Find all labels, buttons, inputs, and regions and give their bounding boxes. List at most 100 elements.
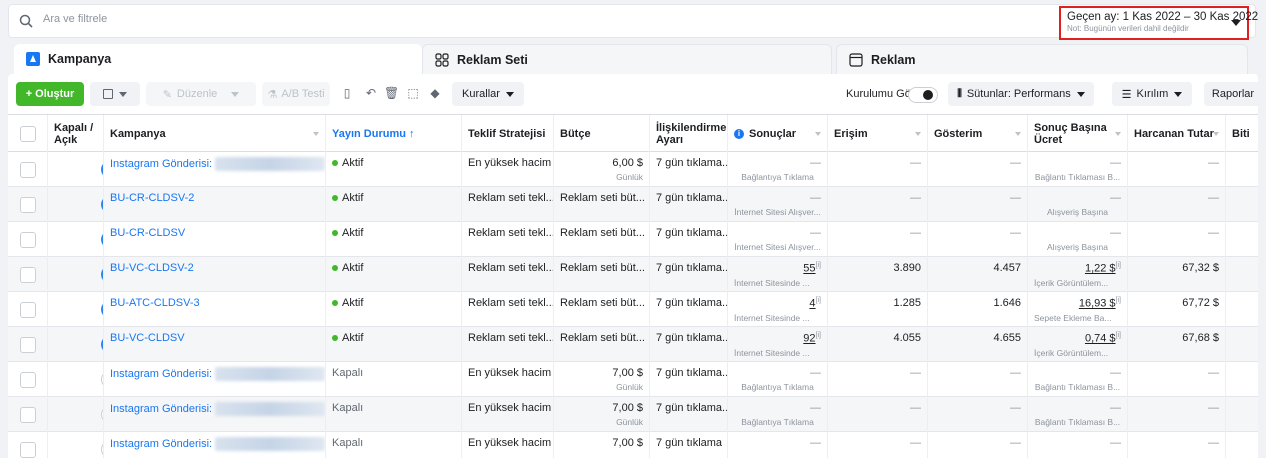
onoff-cell	[48, 327, 104, 362]
status-active-icon	[332, 160, 338, 167]
ab-test-button[interactable]: ⚗ A/B Testi	[262, 82, 330, 106]
breakdown-button[interactable]: ☰ Kırılım	[1112, 82, 1192, 106]
edit-button[interactable]: ✎ Düzenle	[146, 82, 256, 106]
chevron-down-icon	[1015, 132, 1021, 136]
reports-label: Raporlar	[1211, 88, 1255, 100]
setup-view-label: Kurulumu Gör	[846, 88, 915, 100]
campaign-name-link[interactable]: BU-VC-CLDSV	[110, 332, 185, 344]
column-header-results[interactable]: i Sonuçlar	[728, 115, 828, 153]
chevron-down-icon	[815, 132, 821, 136]
table-row[interactable]: BU-VC-CLDSV-2 Aktif Reklam seti tekl... …	[8, 257, 1258, 292]
select-all-checkbox[interactable]	[20, 126, 36, 142]
budget-value: Reklam seti büt...	[560, 192, 645, 204]
row-checkbox[interactable]	[20, 267, 36, 283]
ends-cell	[1226, 222, 1258, 257]
table-row[interactable]: BU-ATC-CLDSV-3 Aktif Reklam seti tekl...…	[8, 292, 1258, 327]
campaign-name-link[interactable]: BU-CR-CLDSV-2	[110, 192, 194, 204]
row-checkbox[interactable]	[20, 442, 36, 458]
select-cell	[8, 222, 48, 257]
tag-icon[interactable]: ◆	[428, 86, 442, 100]
cost-per-result-value[interactable]: 0,74 $	[1085, 333, 1116, 345]
row-checkbox[interactable]	[20, 407, 36, 423]
tab-campaign[interactable]: Kampanya	[14, 44, 422, 74]
column-header-impressions[interactable]: Gösterim	[928, 115, 1028, 153]
campaign-name-link[interactable]: Instagram Gönderisi:	[110, 158, 212, 170]
preview-icon[interactable]: ⬚	[406, 86, 420, 100]
duplicate-button[interactable]	[90, 82, 140, 106]
column-header-reach[interactable]: Erişim	[828, 115, 928, 153]
budget-cell: Reklam seti büt...	[554, 257, 650, 292]
impressions-cell: 1.646	[928, 292, 1028, 327]
search-bar: Geçen ay: 1 Kas 2022 – 30 Kas 2022 Not: …	[8, 4, 1258, 40]
column-header-attribution[interactable]: İlişkilendirme Ayarı	[650, 115, 728, 153]
amount-spent-cell: 67,32 $	[1128, 257, 1226, 292]
impressions-cell: 4.655	[928, 327, 1028, 362]
create-button[interactable]: + Oluştur	[16, 82, 84, 106]
campaign-name-link[interactable]: BU-VC-CLDSV-2	[110, 262, 194, 274]
reach-cell: —	[828, 152, 928, 187]
reports-button[interactable]: Raporlar	[1204, 82, 1258, 106]
row-checkbox[interactable]	[20, 302, 36, 318]
tab-adset[interactable]: Reklam Seti	[422, 44, 832, 74]
rules-button[interactable]: Kurallar	[452, 82, 524, 106]
campaign-name-cell: BU-CR-CLDSV	[104, 222, 326, 257]
table-row[interactable]: BU-CR-CLDSV-2 Aktif Reklam seti tekl... …	[8, 187, 1258, 222]
row-checkbox[interactable]	[20, 162, 36, 178]
chevron-down-icon	[505, 91, 514, 97]
campaign-name-link[interactable]: Instagram Gönderisi:	[110, 438, 212, 450]
budget-value: 6,00 $	[612, 157, 643, 169]
chevron-down-icon	[1076, 91, 1085, 97]
row-checkbox[interactable]	[20, 197, 36, 213]
undo-icon[interactable]: ↶	[364, 86, 378, 100]
cost-per-result-cell: 1,22 $[i] İçerik Görüntülem...	[1028, 257, 1128, 292]
clipboard-icon[interactable]: ▯	[340, 86, 354, 100]
column-header-onoff[interactable]: Kapalı / Açık	[48, 115, 104, 153]
column-header-bid-strategy[interactable]: Teklif Stratejisi	[462, 115, 554, 153]
table-row[interactable]: Instagram Gönderisi: Kapalı En yüksek ha…	[8, 432, 1258, 458]
column-header-cost-per-result[interactable]: Sonuç Başına Ücret	[1028, 115, 1128, 153]
tab-ad[interactable]: Reklam	[836, 44, 1248, 74]
column-header-amount-spent[interactable]: Harcanan Tutar	[1128, 115, 1226, 153]
delivery-cell: Kapalı	[326, 397, 462, 432]
cost-per-result-value[interactable]: 1,22 $	[1085, 263, 1116, 275]
budget-cell: 7,00 $	[554, 432, 650, 458]
table-row[interactable]: Instagram Gönderisi: Kapalı En yüksek ha…	[8, 397, 1258, 432]
impressions-cell: —	[928, 432, 1028, 458]
campaign-name-link[interactable]: BU-CR-CLDSV	[110, 227, 185, 239]
column-header-budget[interactable]: Bütçe	[554, 115, 650, 153]
cost-per-result-value[interactable]: 16,93 $	[1079, 298, 1116, 310]
results-value[interactable]: 92	[803, 333, 815, 345]
row-checkbox[interactable]	[20, 337, 36, 353]
cost-per-result-cell: 16,93 $[i] Sepete Ekleme Ba...	[1028, 292, 1128, 327]
row-checkbox[interactable]	[20, 232, 36, 248]
results-cell: — İnternet Sitesi Alışver...	[728, 222, 828, 257]
table-row[interactable]: Instagram Gönderisi: Aktif En yüksek hac…	[8, 152, 1258, 187]
status-active-icon	[332, 195, 338, 202]
redacted-text	[215, 367, 325, 381]
column-header-delivery[interactable]: Yayın Durumu ↑	[326, 115, 462, 153]
cost-per-result-cell: 0,74 $[i] İçerik Görüntülem...	[1028, 327, 1128, 362]
column-header-ends[interactable]: Biti	[1226, 115, 1258, 153]
redacted-text	[215, 402, 325, 416]
campaign-name-link[interactable]: Instagram Gönderisi:	[110, 403, 212, 415]
campaign-name-cell: Instagram Gönderisi:	[104, 432, 326, 458]
budget-value: 7,00 $	[612, 367, 643, 379]
redacted-text	[215, 157, 325, 171]
trash-icon[interactable]: 🗑	[384, 86, 399, 100]
table-row[interactable]: Instagram Gönderisi: Kapalı En yüksek ha…	[8, 362, 1258, 397]
amount-spent-cell: —	[1128, 152, 1226, 187]
row-checkbox[interactable]	[20, 372, 36, 388]
table-row[interactable]: BU-CR-CLDSV Aktif Reklam seti tekl... Re…	[8, 222, 1258, 257]
campaign-name-link[interactable]: Instagram Gönderisi:	[110, 368, 212, 380]
results-value[interactable]: 55	[803, 263, 815, 275]
setup-view-toggle[interactable]	[908, 87, 938, 103]
ad-frame-icon	[849, 52, 863, 67]
date-range-picker[interactable]: Geçen ay: 1 Kas 2022 – 30 Kas 2022 Not: …	[1059, 6, 1258, 40]
ends-cell	[1226, 152, 1258, 187]
search-input[interactable]	[43, 13, 443, 25]
table-row[interactable]: BU-VC-CLDSV Aktif Reklam seti tekl... Re…	[8, 327, 1258, 362]
columns-button[interactable]: ⫴ Sütunlar: Performans	[948, 82, 1094, 106]
budget-value: Reklam seti büt...	[560, 297, 645, 309]
campaign-name-link[interactable]: BU-ATC-CLDSV-3	[110, 297, 200, 309]
column-header-campaign[interactable]: Kampanya	[104, 115, 326, 153]
